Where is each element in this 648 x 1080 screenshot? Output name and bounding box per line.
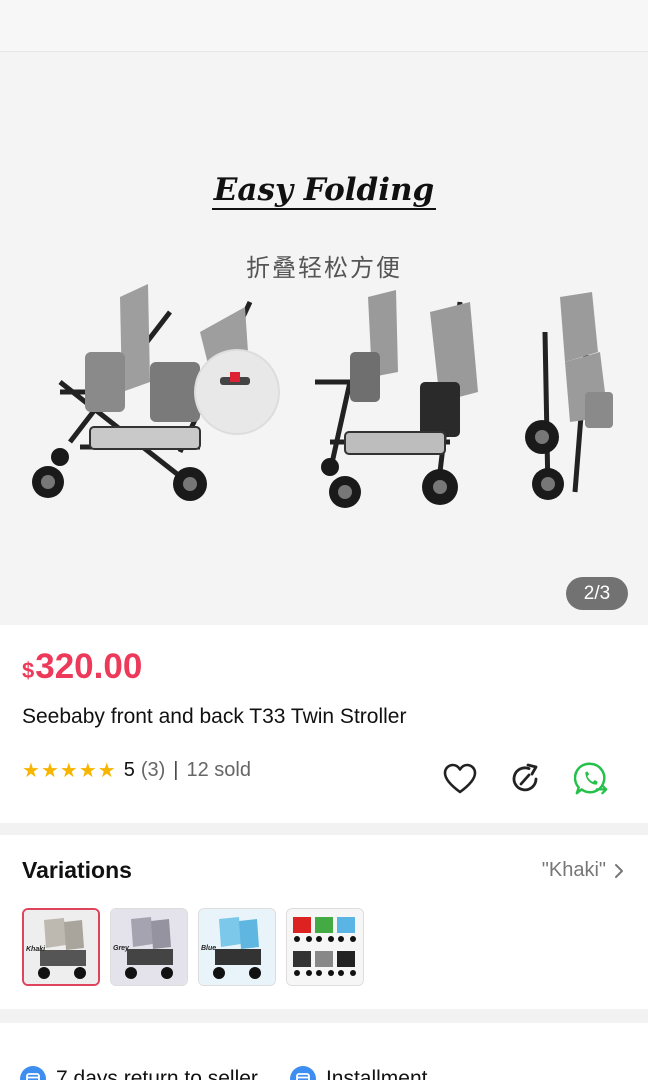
variations-header[interactable]: Variations "Khaki" [22,857,626,884]
star-icon: ★ [40,759,59,782]
star-icon: ★ [78,759,97,782]
price-amount: 320.00 [35,647,143,686]
detail-zoom-circle [194,349,280,435]
variation-option-khaki[interactable]: Khaki [22,908,100,986]
review-count[interactable]: (3) [141,759,165,782]
product-price: $ 320.00 [22,647,626,687]
image-subheadline: 折叠轻松方便 [246,255,402,282]
share-arrow-icon [512,763,538,792]
installment-icon [289,1066,316,1080]
share-button[interactable] [508,761,544,797]
variation-thumb-label: Blue [201,945,217,952]
image-headline: Easy Folding [211,172,437,210]
stroller-side-wheels [32,448,207,501]
variations-section: Variations "Khaki" Khaki Grey Blue [0,835,648,1009]
image-counter: 2/3 [566,577,628,610]
variation-option-collage[interactable] [286,908,364,986]
variation-option-grey[interactable]: Grey [110,908,188,986]
stroller-angled-canopies [344,290,478,455]
section-divider [0,1009,648,1023]
installment-badge[interactable]: Installment [289,1045,428,1080]
product-title: Seebaby front and back T33 Twin Stroller [22,705,407,728]
chevron-right-icon [615,863,623,878]
favorite-button[interactable] [442,761,478,797]
top-bar [0,0,648,52]
price-currency: $ [22,658,35,683]
variation-thumb-label: Grey [113,945,129,952]
sold-count: 12 sold [186,759,251,781]
whatsapp-button[interactable] [574,761,610,797]
star-icon: ★ [22,759,40,782]
product-info: $ 320.00 Seebaby front and back T33 Twin… [0,625,648,823]
rating-value: 5 [123,759,135,781]
variation-thumbnails: Khaki Grey Blue [22,908,626,986]
return-icon [20,1066,46,1080]
stroller-angled-wheels [321,458,458,508]
variation-option-blue[interactable]: Blue [198,908,276,986]
stroller-collage-thumbnail [287,909,363,985]
star-icon: ★ [97,759,116,782]
installment-label: Installment [325,1067,428,1080]
product-image-gallery[interactable]: Easy Folding 折叠轻松方便 2/3 [0,52,648,625]
section-divider [0,823,648,835]
variations-title: Variations [22,857,132,883]
star-icon: ★ [59,759,78,782]
stroller-folded-wheels [525,420,564,500]
return-policy-badge[interactable]: 7 days return to seller [20,1045,258,1080]
service-badges: 7 days return to seller Installment [0,1023,648,1080]
product-actions [442,761,610,797]
star-rating: ★ ★ ★ ★ ★ [22,761,116,781]
stroller-product-image [32,284,613,508]
selected-variation-label: "Khaki" [541,859,606,881]
return-policy-label: 7 days return to seller [56,1067,258,1080]
variation-thumb-label: Khaki [26,946,46,953]
stroller-folded-fabric [560,292,613,428]
meta-separator: | [173,759,179,781]
heart-icon [443,763,477,794]
selected-variation[interactable]: "Khaki" [542,859,624,882]
whatsapp-icon [574,762,608,795]
